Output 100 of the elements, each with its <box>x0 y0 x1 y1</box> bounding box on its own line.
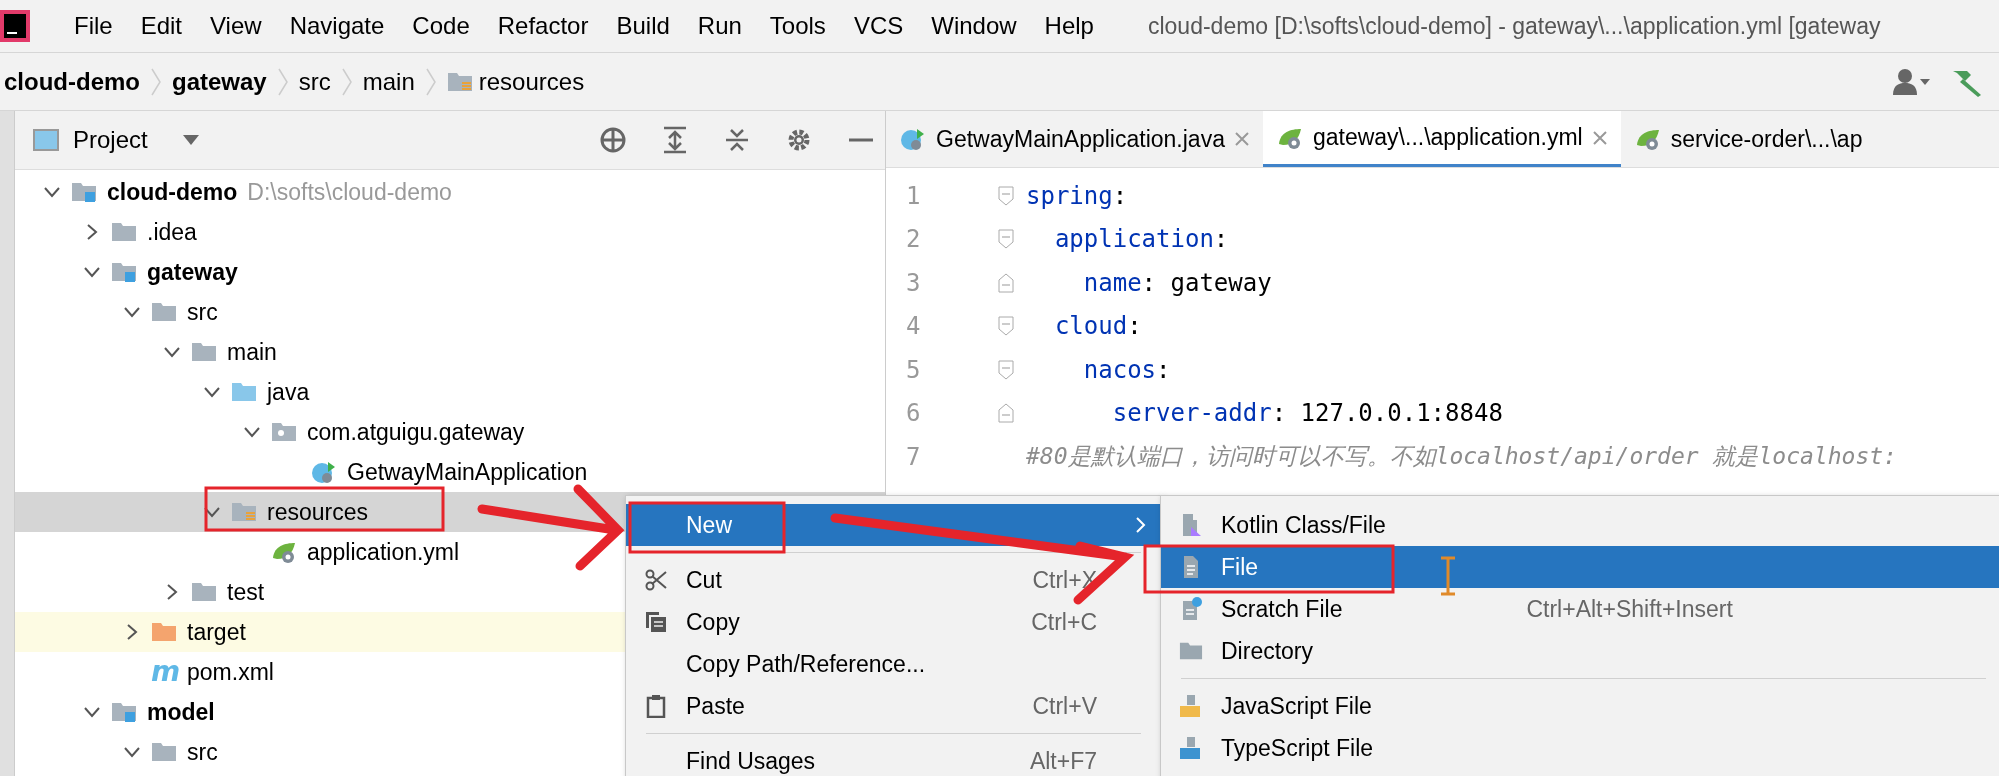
tree-item[interactable]: cloud-demo <box>107 178 238 206</box>
folder-icon <box>151 740 177 764</box>
tree-item[interactable]: GetwayMainApplication <box>347 458 588 486</box>
class-icon <box>311 460 337 484</box>
line-number: 7 <box>905 442 922 471</box>
code-text: application: <box>1054 225 1229 254</box>
breadcrumb-item[interactable]: resources <box>442 67 589 96</box>
tree-item[interactable]: gateway <box>147 258 238 286</box>
module-icon <box>111 260 137 284</box>
tree-item[interactable]: target <box>187 618 246 646</box>
package-icon <box>271 420 297 444</box>
folder-icon <box>191 340 217 364</box>
folder-icon <box>111 220 137 244</box>
project-path: D:\softs\cloud-demo <box>247 178 452 206</box>
menu-item[interactable]: JavaScript File <box>1161 685 1999 727</box>
line-number: 1 <box>905 181 922 210</box>
breadcrumb-separator-icon <box>424 66 437 97</box>
module-icon <box>71 180 97 204</box>
tree-item[interactable]: resources <box>267 498 368 526</box>
breadcrumb-separator-icon <box>150 66 162 97</box>
menu-item[interactable]: Cut Ctrl+X <box>626 559 1161 601</box>
tree-item[interactable]: .idea <box>147 218 197 246</box>
tree-item[interactable]: src <box>187 738 218 766</box>
caret-icon <box>181 134 200 146</box>
fold-marker-icon[interactable] <box>998 229 1014 250</box>
fold-marker-icon[interactable] <box>998 316 1014 337</box>
tree-item[interactable]: src <box>187 298 218 326</box>
line-number: 5 <box>905 355 922 384</box>
yml-icon <box>1634 127 1661 151</box>
code-comment: #80是默认端口，访问时可以不写。不如localhost/api/order 就是localhost: <box>1026 442 1897 472</box>
resources-icon <box>231 500 257 524</box>
scissors-icon <box>644 568 668 592</box>
menu-item[interactable]: Find Usages Alt+F7 <box>626 740 1161 776</box>
fold-marker-icon[interactable] <box>998 272 1014 293</box>
menu-item[interactable]: Scratch File Ctrl+Alt+Shift+Insert <box>1161 588 1999 630</box>
typescript-file-icon <box>1179 736 1203 760</box>
tree-item[interactable]: main <box>227 338 277 366</box>
line-number: 3 <box>905 268 922 297</box>
breadcrumb-item[interactable]: src <box>294 67 335 96</box>
copy-icon <box>644 610 668 634</box>
tree-item[interactable]: test <box>227 578 265 606</box>
menu-item[interactable]: Help <box>1030 12 1108 40</box>
tree-item[interactable]: application.yml <box>307 538 460 566</box>
menu-item[interactable]: Build <box>602 12 684 40</box>
module-icon <box>111 700 137 724</box>
menu-item[interactable]: TypeScript File <box>1161 727 1999 769</box>
breadcrumb-item[interactable]: main <box>358 67 419 96</box>
menu-item[interactable]: File <box>60 12 127 40</box>
code-text: server-addr: 127.0.0.1:8848 <box>1112 399 1503 428</box>
excluded-icon <box>151 620 177 644</box>
app-logo-icon[interactable] <box>0 10 30 42</box>
code-text: nacos: <box>1083 355 1171 384</box>
menu-item[interactable]: VCS <box>839 12 918 40</box>
menu-item[interactable]: Paste Ctrl+V <box>626 685 1161 727</box>
yml-icon <box>271 540 297 564</box>
breadcrumb-item[interactable]: cloud-demo <box>0 67 144 96</box>
menu-item[interactable]: Copy Path/Reference... <box>626 643 1161 685</box>
close-icon[interactable] <box>1592 130 1607 145</box>
clipboard-icon <box>644 694 668 718</box>
menu-item[interactable]: File <box>1161 546 1999 588</box>
tree-item[interactable]: pom.xml <box>187 658 274 686</box>
menu-item[interactable]: Navigate <box>275 12 399 40</box>
menu-item[interactable]: Edit <box>126 12 197 40</box>
code-text: spring: <box>1026 181 1128 210</box>
editor-tab[interactable]: service-order\...\ap <box>1620 111 1877 167</box>
folder-icon <box>151 300 177 324</box>
source-icon <box>231 380 257 404</box>
breadcrumb-separator-icon <box>276 66 289 97</box>
menu-item[interactable]: View <box>196 12 276 40</box>
project-view-dropdown[interactable]: Project <box>33 126 200 154</box>
code-text: cloud: <box>1054 312 1142 341</box>
tree-item[interactable]: java <box>267 378 310 406</box>
maven-icon: m <box>151 660 177 684</box>
class-icon <box>900 127 926 151</box>
line-number: 4 <box>905 312 922 341</box>
folder-icon <box>191 580 217 604</box>
menu-item[interactable]: Code <box>398 12 484 40</box>
tree-item[interactable]: model <box>147 698 215 726</box>
tree-item[interactable]: com.atguigu.gateway <box>307 418 525 446</box>
menu-item[interactable]: Tools <box>755 12 840 40</box>
expand-all-icon[interactable] <box>661 126 689 154</box>
menu-item[interactable]: Copy Ctrl+C <box>626 601 1161 643</box>
menu-item[interactable]: Kotlin Class/File <box>1161 504 1999 546</box>
close-icon[interactable] <box>1234 132 1249 146</box>
user-dropdown-icon[interactable] <box>1891 66 1931 97</box>
breadcrumb-separator-icon <box>340 66 353 97</box>
code-text: name: gateway <box>1083 268 1272 297</box>
locate-icon[interactable] <box>599 126 627 154</box>
editor-tab[interactable]: GetwayMainApplication.java <box>886 111 1263 167</box>
editor-tab[interactable]: gateway\...\application.yml <box>1262 111 1621 167</box>
fold-marker-icon[interactable] <box>998 403 1014 424</box>
fold-marker-icon[interactable] <box>998 185 1014 206</box>
menu-item[interactable]: Window <box>917 12 1031 40</box>
breadcrumb-item[interactable]: gateway <box>168 67 271 96</box>
menu-item[interactable]: Directory <box>1161 630 1999 672</box>
javascript-file-icon <box>1179 694 1203 718</box>
menu-item[interactable]: Run <box>683 12 756 40</box>
menu-item[interactable]: Refactor <box>483 12 603 40</box>
line-number: 2 <box>905 225 922 254</box>
fold-marker-icon[interactable] <box>998 359 1014 380</box>
